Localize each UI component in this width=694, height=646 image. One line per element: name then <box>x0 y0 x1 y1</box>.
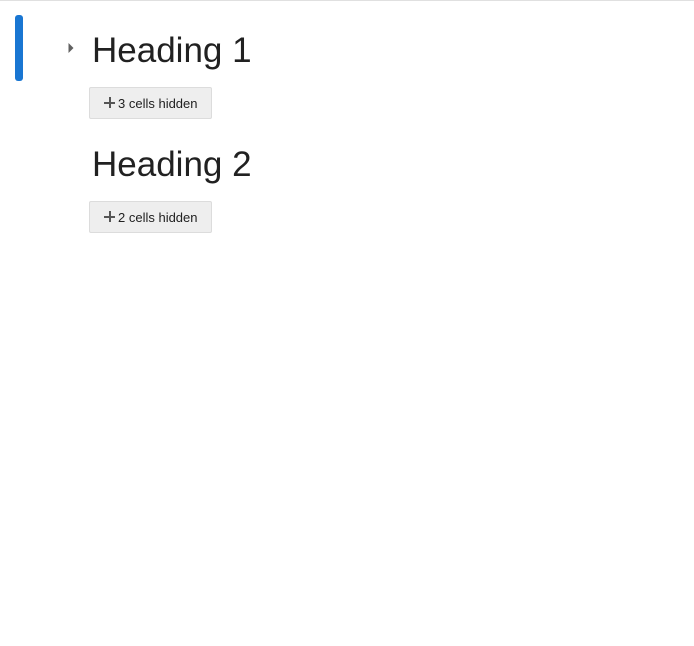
collapse-toggle-button[interactable] <box>62 39 80 57</box>
heading-1-text: Heading 1 <box>92 31 252 70</box>
show-hidden-cells-button-2[interactable]: 2 cells hidden <box>89 201 212 233</box>
markdown-cell-heading-1[interactable]: Heading 1 <box>0 15 694 83</box>
plus-icon <box>104 211 116 223</box>
notebook-panel: Heading 1 3 cells hidden Heading 2 2 cel… <box>0 0 694 646</box>
hidden-cells-label: 2 cells hidden <box>118 209 198 225</box>
hidden-cells-label: 3 cells hidden <box>118 95 198 111</box>
caret-right-icon <box>68 43 74 53</box>
cell-active-indicator[interactable] <box>15 15 23 81</box>
show-hidden-cells-button-1[interactable]: 3 cells hidden <box>89 87 212 119</box>
heading-2-text: Heading 2 <box>92 145 252 184</box>
plus-icon <box>104 97 116 109</box>
markdown-cell-heading-2[interactable]: Heading 2 <box>0 129 694 197</box>
